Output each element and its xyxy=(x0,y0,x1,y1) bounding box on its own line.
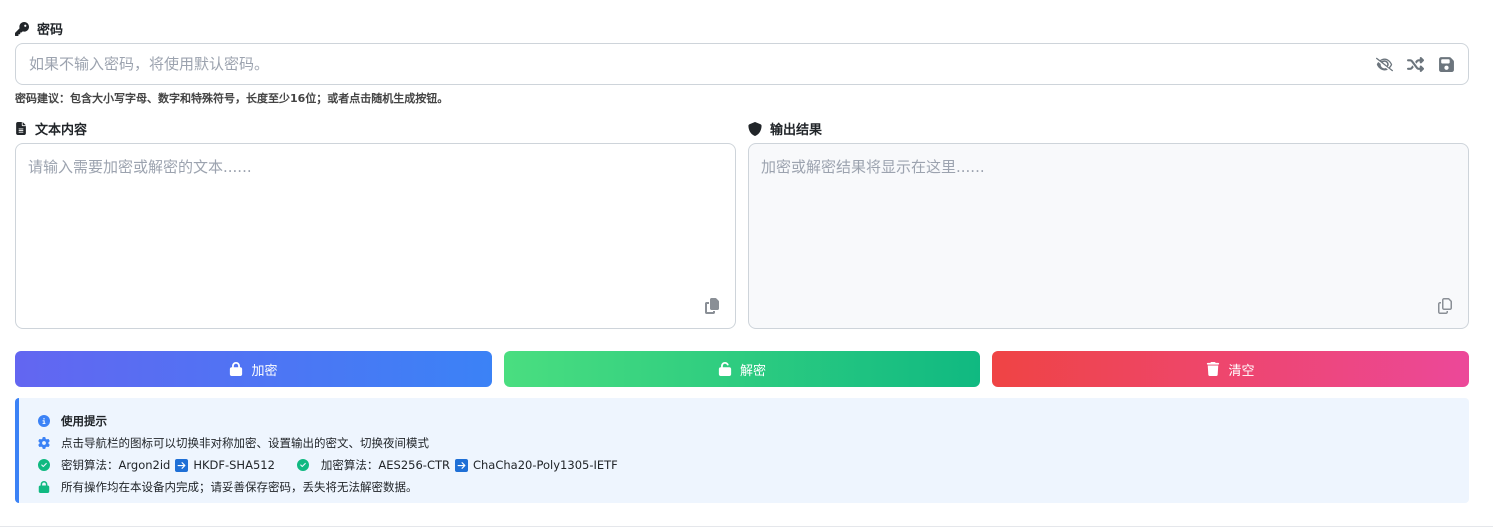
check-circle-icon xyxy=(37,459,50,471)
check-circle-icon xyxy=(297,459,310,471)
divider xyxy=(0,526,1493,527)
cipher-text: 加密算法：AES256-CTR xyxy=(320,458,450,472)
tip-item: 点击导航栏的图标可以切换非对称加密、设置输出的密文、切换夜间模式 xyxy=(37,432,1469,454)
text-content-label-text: 文本内容 xyxy=(35,123,88,138)
output-label: 输出结果 xyxy=(748,119,822,138)
arrow-right-icon xyxy=(454,458,468,472)
encrypt-button[interactable]: 加密 xyxy=(15,351,492,387)
text-content-input[interactable] xyxy=(16,144,735,328)
arrow-right-icon xyxy=(175,458,189,472)
password-input[interactable] xyxy=(17,45,1357,83)
clear-button[interactable]: 清空 xyxy=(992,351,1469,387)
tip-text: 所有操作均在本设备内完成；请妥善保存密码，丢失将无法解密数据。 xyxy=(61,480,418,494)
shuffle-icon[interactable] xyxy=(1406,55,1425,74)
decrypt-button-label: 解密 xyxy=(739,363,766,379)
gear-icon xyxy=(37,437,50,449)
clear-button-label: 清空 xyxy=(1228,363,1255,379)
tip-item: 密钥算法：Argon2id HKDF-SHA512 加密算法：AES256-CT… xyxy=(37,454,1469,476)
tips-title-row: 使用提示 xyxy=(37,410,1469,432)
decrypt-button[interactable]: 解密 xyxy=(504,351,980,387)
eye-slash-icon[interactable] xyxy=(1375,55,1394,74)
shield-icon xyxy=(748,121,762,136)
lock-icon xyxy=(230,362,243,376)
paste-icon[interactable] xyxy=(703,297,721,315)
usage-tips: 使用提示 点击导航栏的图标可以切换非对称加密、设置输出的密文、切换夜间模式 密钥… xyxy=(15,398,1469,503)
file-text-icon xyxy=(16,122,26,135)
password-field xyxy=(15,43,1469,85)
info-circle-icon xyxy=(37,415,50,427)
password-actions xyxy=(1375,44,1456,84)
encrypt-button-label: 加密 xyxy=(251,363,278,379)
output-label-text: 输出结果 xyxy=(770,123,823,138)
tips-title: 使用提示 xyxy=(61,414,107,428)
kdf-text: 密钥算法：Argon2id xyxy=(61,458,171,472)
password-hint: 密码建议：包含大小写字母、数字和特殊符号，长度至少16位；或者点击随机生成按钮。 xyxy=(15,92,449,105)
output-text[interactable] xyxy=(749,144,1468,328)
tip-text: 点击导航栏的图标可以切换非对称加密、设置输出的密文、切换夜间模式 xyxy=(61,436,429,450)
output-box xyxy=(748,143,1469,329)
copy-icon[interactable] xyxy=(1436,297,1454,315)
key-icon xyxy=(15,21,29,36)
tip-item: 所有操作均在本设备内完成；请妥善保存密码，丢失将无法解密数据。 xyxy=(37,476,1469,498)
kdf-next-text: HKDF-SHA512 xyxy=(193,458,275,472)
lock-icon xyxy=(38,481,49,493)
password-label-text: 密码 xyxy=(37,23,64,38)
cipher-next-text: ChaCha20-Poly1305-IETF xyxy=(472,458,618,472)
text-content-box xyxy=(15,143,736,329)
save-icon[interactable] xyxy=(1437,55,1456,74)
text-content-label: 文本内容 xyxy=(15,119,87,138)
trash-icon xyxy=(1207,362,1220,376)
unlock-icon xyxy=(718,362,732,376)
password-label: 密码 xyxy=(15,19,63,38)
